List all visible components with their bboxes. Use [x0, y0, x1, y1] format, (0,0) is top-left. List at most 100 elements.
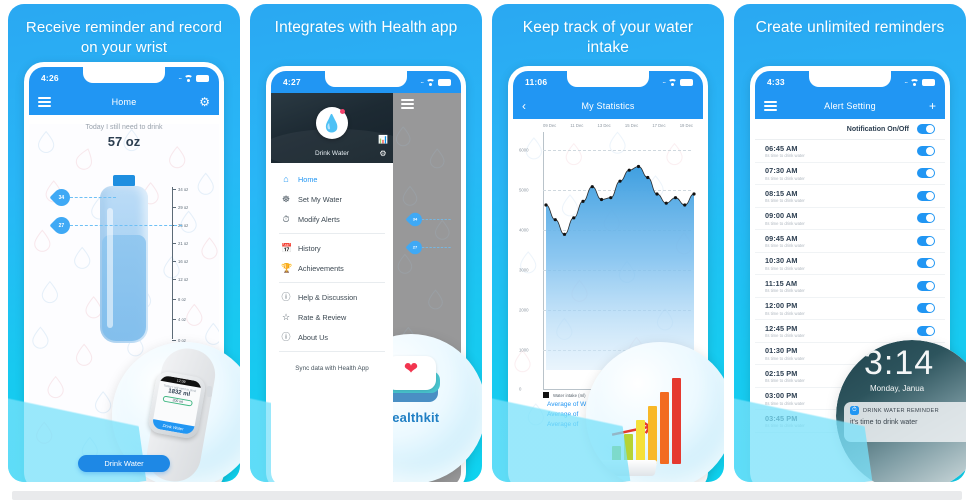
notification-toggle-row[interactable]: Notification On/Off	[755, 119, 945, 140]
sync-health-app-note[interactable]: Sync data with Health App	[271, 356, 393, 373]
alarm-subtitle: Its time to drink water	[765, 333, 805, 338]
wifi-icon	[910, 78, 919, 86]
laptop-decoration	[590, 460, 658, 476]
alarm-row[interactable]: 12:45 PM Its time to drink water	[755, 320, 945, 343]
chart-data-point	[673, 196, 678, 200]
alarm-time: 12:45 PM	[765, 323, 798, 333]
menu-item-about-us[interactable]: ⓘ About Us	[271, 327, 393, 347]
menu-label: Set My Water	[298, 194, 342, 204]
alarm-row[interactable]: 09:45 AM Its time to drink water	[755, 230, 945, 253]
notch	[83, 67, 165, 83]
alarm-toggle[interactable]	[917, 280, 935, 291]
gear-icon[interactable]: ⚙	[199, 96, 210, 108]
menu-item-achievements[interactable]: 🏆 Achievements	[271, 258, 393, 278]
notification-toggle[interactable]	[917, 124, 935, 134]
stats-icon[interactable]: 📊	[378, 136, 388, 144]
menu-list: ⌂ Home ☸ Set My Water ⏱ Modify Alerts 📅 …	[271, 163, 393, 379]
y-tick: 1000	[519, 347, 529, 353]
menu-item-help-discussion[interactable]: ⓘ Help & Discussion	[271, 287, 393, 307]
chevron-left-icon[interactable]: ‹	[522, 100, 526, 112]
trophy-icon: 🏆	[281, 262, 293, 273]
hamburger-icon[interactable]	[401, 99, 414, 109]
gear-icon[interactable]: ⚙	[379, 150, 386, 158]
alarm-row[interactable]: 12:00 PM Its time to drink water	[755, 298, 945, 320]
hamburger-icon[interactable]	[764, 101, 777, 111]
signal-icon: ....	[662, 79, 666, 85]
panel-health-app: Integrates with Health app 4:27 .... 💧 D…	[250, 4, 482, 482]
menu-item-set-my-water[interactable]: ☸ Set My Water	[271, 189, 393, 209]
chart-data-point	[618, 179, 622, 183]
menu-divider	[279, 233, 385, 234]
alarm-time: 11:15 AM	[765, 278, 798, 288]
legend-label: Water intake (ml)	[553, 392, 586, 398]
alarm-time: 08:15 AM	[765, 188, 798, 198]
nav-title: Alert Setting	[824, 101, 876, 111]
marker-bubble: 34	[49, 185, 74, 210]
menu-item-modify-alerts[interactable]: ⏱ Modify Alerts	[271, 209, 393, 229]
drink-water-button[interactable]: Drink Water	[78, 455, 170, 472]
alarm-row[interactable]: 09:00 AM Its time to drink water	[755, 208, 945, 230]
menu-label: Achievements	[298, 263, 344, 273]
bottle-cap	[113, 175, 135, 186]
chart-data-point	[609, 196, 613, 200]
alarm-row[interactable]: 11:15 AM Its time to drink water	[755, 275, 945, 298]
chart-data-point	[581, 199, 585, 203]
nav-bar: Home ⚙	[29, 89, 219, 115]
alarm-row[interactable]: 07:30 AM Its time to drink water	[755, 163, 945, 185]
chart-data-point	[655, 192, 659, 196]
alarm-toggle[interactable]	[917, 303, 935, 314]
alarm-time: 10:30 AM	[765, 256, 798, 265]
signal-icon: ....	[904, 79, 908, 85]
wifi-icon	[426, 78, 435, 86]
alarm-row[interactable]: 08:15 AM Its time to drink water	[755, 185, 945, 208]
lock-time: 3:14	[864, 344, 935, 382]
y-tick: 3000	[519, 267, 529, 273]
alarm-subtitle: Its time to drink water	[765, 243, 805, 248]
lock-date: Monday, Janua	[870, 384, 925, 393]
watch-case: 12:09 Today I still need to drink 1832 m…	[146, 370, 208, 440]
menu-item-rate-review[interactable]: ☆ Rate & Review	[271, 307, 393, 327]
alarm-subtitle: Its time to drink water	[765, 198, 805, 203]
menu-label: About Us	[298, 332, 329, 342]
alarm-toggle[interactable]	[917, 235, 935, 246]
status-bar: 4:26 ....	[29, 67, 219, 89]
hamburger-icon[interactable]	[38, 97, 51, 107]
plus-icon[interactable]: +	[929, 100, 936, 112]
menu-item-history[interactable]: 📅 History	[271, 238, 393, 258]
horizontal-scrollbar[interactable]	[12, 491, 962, 500]
status-bar: 4:27 ....	[271, 71, 461, 93]
wifi-icon	[668, 78, 677, 86]
chart-data-point	[572, 216, 576, 220]
panel-2-title: Integrates with Health app	[274, 19, 458, 36]
alarm-row[interactable]: 10:30 AM Its time to drink water	[755, 253, 945, 275]
panel-3-title: Keep track of your water intake	[522, 19, 694, 56]
notification-card[interactable]: ⏱ DRINK WATER REMINDER it's time to drin…	[844, 402, 966, 442]
home-icon: ⌂	[283, 173, 289, 184]
nav-title: Home	[111, 97, 137, 107]
menu-divider	[279, 282, 385, 283]
alarm-row[interactable]: 06:45 AM Its time to drink water	[755, 140, 945, 163]
alarm-toggle[interactable]	[917, 325, 935, 336]
panel-statistics: Keep track of your water intake 11:06 ..…	[492, 4, 724, 482]
x-tick: 17 Dec	[652, 123, 666, 128]
alarm-toggle[interactable]	[917, 190, 935, 201]
status-bar: 4:33 ....	[755, 71, 945, 93]
chart-x-labels: 09 Dec 11 Dec 13 Dec 15 Dec 17 Dec 19 De…	[517, 123, 699, 128]
alarm-toggle[interactable]	[917, 168, 935, 179]
menu-item-home[interactable]: ⌂ Home	[271, 169, 393, 189]
status-time: 4:33	[767, 77, 785, 87]
chart-data-point	[692, 192, 696, 196]
question-icon: ⓘ	[281, 291, 291, 302]
scale-label: 4 oz	[178, 317, 186, 322]
x-tick: 15 Dec	[624, 123, 639, 128]
remaining-amount: 57 oz	[107, 134, 141, 149]
alarm-toggle[interactable]	[917, 213, 935, 224]
watch-drink-button[interactable]: Drink Water	[151, 419, 195, 436]
battery-icon	[922, 78, 935, 86]
alarm-toggle[interactable]	[917, 145, 935, 156]
alarm-subtitle: Its time to drink water	[765, 153, 805, 158]
alarm-toggle[interactable]	[917, 258, 935, 269]
alarm-subtitle: Its time to drink water	[765, 265, 805, 271]
status-time: 4:26	[41, 73, 59, 83]
marker-value: 34	[58, 194, 65, 201]
